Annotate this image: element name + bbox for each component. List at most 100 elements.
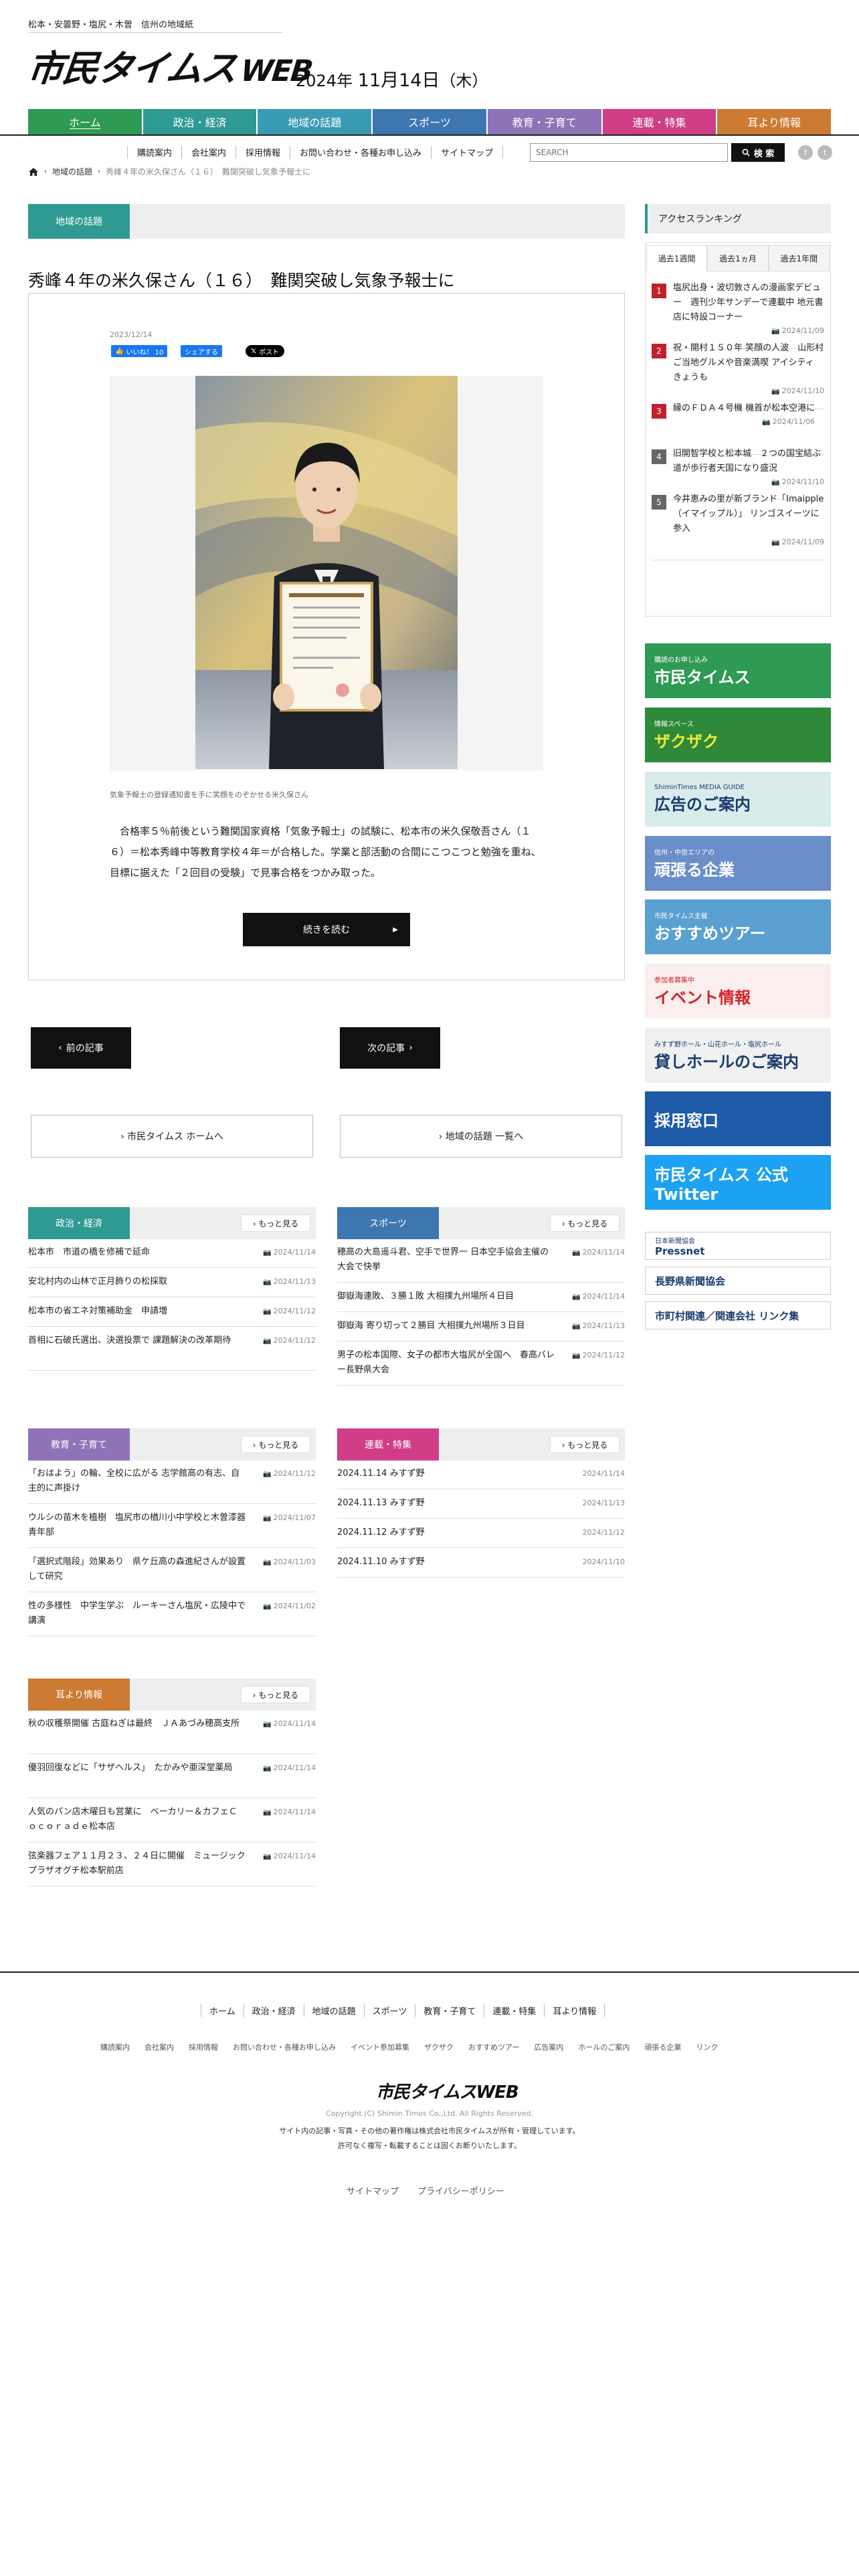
footer-logo[interactable]: 市民タイムスWEB: [376, 2078, 519, 2103]
prev-article-button[interactable]: ‹ 前の記事: [31, 1027, 131, 1069]
nav-item[interactable]: 教育・子育て: [487, 109, 603, 134]
search-button[interactable]: 検 索: [731, 143, 785, 162]
sidebar-banner[interactable]: 長野県新聞協会: [645, 1267, 831, 1295]
news-row[interactable]: 弦楽器フェア１１月２３、２４日に開催 ミュージックプラザオグチ松本駅前店 📷 202…: [28, 1849, 316, 1887]
news-title[interactable]: 男子の松本国際、女子の都市大塩尻が全国へ 春高バレー長野県大会: [337, 1348, 555, 1378]
x-post-button[interactable]: 𝕏 ポスト: [246, 345, 285, 357]
news-row[interactable]: 2024.11.10 みすず野 2024/11/10: [337, 1555, 625, 1578]
news-title[interactable]: 首相に石破氏選出、決選投票で 課題解決の改革期待: [28, 1333, 246, 1348]
news-row[interactable]: 松本市 市道の橋を修補で延命 📷 2024/11/14: [28, 1245, 316, 1268]
rank-title[interactable]: 今井恵みの里が新ブランド「Imaipple（イマイップル）」 リンゴスイーツに参…: [673, 492, 824, 536]
footer-nav-link[interactable]: 連載・特集: [484, 2004, 544, 2017]
sidebar-banner[interactable]: 市民タイムス 公式Twitter: [645, 1155, 831, 1210]
footer-bottom-link[interactable]: プライバシーポリシー: [417, 2184, 504, 2197]
footer-nav-link[interactable]: 政治・経済: [243, 2004, 304, 2017]
subnav-link[interactable]: お問い合わせ・各種お申し込み: [290, 146, 431, 158]
section-label[interactable]: 政治・経済: [28, 1207, 130, 1239]
sidebar-banner[interactable]: 信州・中信エリアの 頑張る企業: [645, 836, 831, 891]
subnav-link[interactable]: 購読案内: [127, 146, 181, 158]
sidebar-banner[interactable]: 日本新聞協会 Pressnet: [645, 1232, 831, 1260]
news-row[interactable]: 2024.11.12 みすず野 2024/11/12: [337, 1525, 625, 1548]
nav-item[interactable]: 地域の話題: [258, 109, 373, 134]
ranking-tab[interactable]: 過去1年間: [768, 245, 830, 272]
more-button[interactable]: › もっと見る: [241, 1436, 310, 1453]
sidebar-banner[interactable]: 購読のお申し込み 市民タイムス: [645, 643, 831, 698]
nav-item[interactable]: ホーム: [28, 109, 143, 134]
news-row[interactable]: 優羽回復などに「サザヘルス」 たかみや亜深堂薬局 📷 2024/11/14: [28, 1761, 316, 1798]
news-title[interactable]: 弦楽器フェア１１月２３、２４日に開催 ミュージックプラザオグチ松本駅前店: [28, 1849, 246, 1879]
news-row[interactable]: 男子の松本国際、女子の都市大塩尻が全国へ 春高バレー長野県大会 📷 2024/11/…: [337, 1348, 625, 1386]
section-label[interactable]: 連載・特集: [337, 1428, 439, 1461]
category-list-button[interactable]: › 地域の話題 一覧へ: [340, 1115, 622, 1158]
read-more-button[interactable]: 続きを読む ▶: [243, 913, 410, 946]
footer-link[interactable]: 会社案内: [145, 2042, 174, 2052]
footer-nav-link[interactable]: 地域の話題: [303, 2004, 364, 2017]
subnav-link[interactable]: 採用情報: [235, 146, 290, 158]
news-row[interactable]: 「選択式階段」効果あり 県ケ丘高の森進紀さんが設置して研究 📷 2024/11/03: [28, 1555, 316, 1592]
news-title[interactable]: 2024.11.13 みすず野: [337, 1496, 555, 1511]
news-title[interactable]: 秋の収穫祭開催 古庭ねぎは最終 ＪＡあづみ穂高支所: [28, 1717, 246, 1731]
news-title[interactable]: 「選択式階段」効果あり 県ケ丘高の森進紀さんが設置して研究: [28, 1555, 246, 1584]
footer-nav-link[interactable]: スポーツ: [363, 2004, 415, 2017]
ranking-tab[interactable]: 過去1ヵ月: [707, 245, 769, 272]
news-title[interactable]: 「おはよう」の輪、全校に広がる 志学館高の有志、自主的に声掛け: [28, 1467, 246, 1496]
news-row[interactable]: 御嶽海 寄り切って２勝目 大相撲九州場所３日目 📷 2024/11/13: [337, 1319, 625, 1341]
news-title[interactable]: 松本市 市道の橋を修補で延命: [28, 1245, 246, 1260]
news-row[interactable]: 秋の収穫祭開催 古庭ねぎは最終 ＪＡあづみ穂高支所 📷 2024/11/14: [28, 1717, 316, 1754]
ranking-item[interactable]: 2 祝・開村１５０年 笑顔の人波 山形村 ご当地グルメや音楽満喫 アイシティ きょ…: [652, 341, 832, 409]
news-row[interactable]: 首相に石破氏選出、決選投票で 課題解決の改革期待 📷 2024/11/12: [28, 1333, 316, 1371]
news-row[interactable]: 御嶽海連敗、３勝１敗 大相撲九州場所４日目 📷 2024/11/14: [337, 1289, 625, 1312]
sidebar-banner[interactable]: みすず野ホール・山花ホール・塩尻ホール 貸しホールのご案内: [645, 1028, 831, 1083]
news-row[interactable]: 穂高の大島遥斗君、空手で世界一 日本空手協会主催の大会で快挙 📷 2024/11/1…: [337, 1245, 625, 1283]
nav-item[interactable]: 政治・経済: [142, 109, 258, 134]
news-title[interactable]: 御嶽海連敗、３勝１敗 大相撲九州場所４日目: [337, 1289, 555, 1304]
footer-link[interactable]: リンク: [696, 2042, 718, 2052]
sidebar-banner[interactable]: ShiminTimes MEDIA GUIDE 広告のご案内: [645, 772, 831, 827]
subnav-link[interactable]: 会社案内: [181, 146, 235, 158]
more-button[interactable]: › もっと見る: [550, 1436, 619, 1453]
ranking-item[interactable]: 1 塩尻出身・波切敦さんの漫画家デビュー 週刊少年サンデーで連載中 地元書店に特設…: [652, 281, 824, 349]
footer-bottom-link[interactable]: サイトマップ: [347, 2184, 399, 2197]
nav-item[interactable]: 連載・特集: [602, 109, 718, 134]
footer-link[interactable]: ホールのご案内: [578, 2042, 630, 2052]
ranking-tab[interactable]: 過去1週間: [646, 245, 708, 272]
sidebar-banner[interactable]: 市民タイムス主催 おすすめツアー: [645, 899, 831, 954]
facebook-like-button[interactable]: 👍 いいね！ 10: [111, 345, 168, 357]
breadcrumb-category[interactable]: 地域の話題: [52, 166, 92, 177]
news-title[interactable]: ウルシの苗木を植樹 塩尻市の楢川小中学校と木曽漆器青年部: [28, 1511, 246, 1540]
sidebar-banner[interactable]: 採用窓口: [645, 1091, 831, 1146]
footer-nav-link[interactable]: 耳より情報: [544, 2004, 605, 2017]
news-row[interactable]: 人気のパン店木曜日も営業に ベーカリー＆カフェＣｏｃｏｒａｄｅ松本店 📷 2024/…: [28, 1805, 316, 1842]
site-logo[interactable]: 市民タイムスWEB: [25, 39, 315, 92]
news-title[interactable]: 安北村内の山林で正月飾りの松採取: [28, 1275, 246, 1289]
sidebar-banner[interactable]: 市町村関連／関連会社 リンク集: [645, 1301, 831, 1329]
news-title[interactable]: 穂高の大島遥斗君、空手で世界一 日本空手協会主催の大会で快挙: [337, 1245, 555, 1275]
home-link-button[interactable]: › 市民タイムス ホームへ: [31, 1115, 313, 1158]
news-title[interactable]: 性の多様性 中学生学ぶ ルーキーさん塩尻・広陵中で講演: [28, 1599, 246, 1628]
facebook-share-button[interactable]: シェアする: [181, 345, 222, 357]
more-button[interactable]: › もっと見る: [241, 1214, 310, 1232]
subnav-link[interactable]: サイトマップ: [431, 146, 504, 158]
twitter-icon[interactable]: t: [818, 145, 832, 160]
news-row[interactable]: 性の多様性 中学生学ぶ ルーキーさん塩尻・広陵中で講演 📷 2024/11/02: [28, 1599, 316, 1636]
more-button[interactable]: › もっと見る: [550, 1214, 619, 1232]
news-row[interactable]: 2024.11.13 みすず野 2024/11/13: [337, 1496, 625, 1519]
next-article-button[interactable]: 次の記事 ›: [340, 1027, 440, 1069]
section-label[interactable]: スポーツ: [337, 1207, 439, 1239]
news-title[interactable]: 松本市の省エネ対策補助金 申請増: [28, 1304, 246, 1319]
sidebar-banner[interactable]: 参加者募集中 イベント情報: [645, 964, 831, 1018]
footer-nav-link[interactable]: ホーム: [201, 2004, 244, 2017]
footer-link[interactable]: おすすめツアー: [468, 2042, 519, 2052]
news-title[interactable]: 御嶽海 寄り切って２勝目 大相撲九州場所３日目: [337, 1319, 555, 1333]
nav-item[interactable]: 耳より情報: [717, 109, 832, 134]
footer-link[interactable]: ザクザク: [424, 2042, 454, 2052]
more-button[interactable]: › もっと見る: [241, 1686, 310, 1703]
news-row[interactable]: 安北村内の山林で正月飾りの松採取 📷 2024/11/13: [28, 1275, 316, 1297]
rank-title[interactable]: 塩尻出身・波切敦さんの漫画家デビュー 週刊少年サンデーで連載中 地元書店に特設コ…: [673, 281, 824, 325]
rank-title[interactable]: 縁のＦＤＡ４号機 機首が松本空港に: [673, 401, 815, 416]
news-title[interactable]: 2024.11.14 みすず野: [337, 1467, 555, 1481]
nav-item[interactable]: スポーツ: [373, 109, 488, 134]
rank-title[interactable]: 旧開智学校と松本城 ２つの国宝結ぶ道が歩行者天国になり盛況: [673, 447, 824, 476]
news-row[interactable]: 2024.11.14 みすず野 2024/11/14: [337, 1467, 625, 1489]
sidebar-banner[interactable]: 情報スペース ザクザク: [645, 708, 831, 762]
